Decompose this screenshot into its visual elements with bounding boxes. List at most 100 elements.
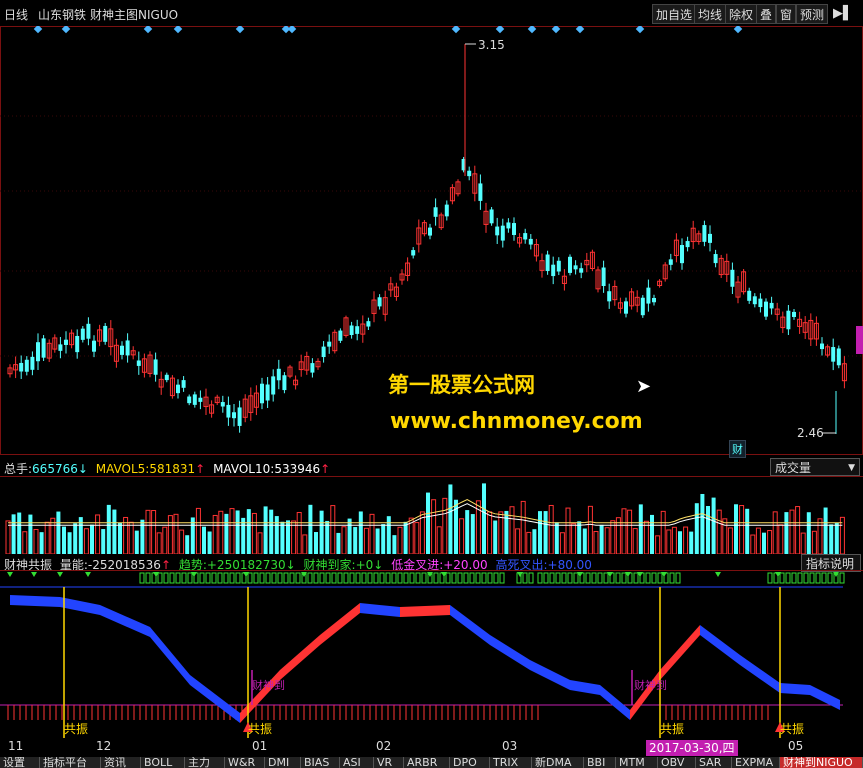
volume-bar [554, 522, 559, 554]
tab-indicator-platform[interactable]: 指标平台 [40, 757, 101, 768]
trend-ribbon-segment [570, 680, 600, 695]
volume-bar [145, 509, 151, 554]
signal-box [391, 572, 397, 584]
candle-body [327, 341, 332, 347]
axis-label-month: 03 [502, 739, 518, 753]
tab-sar[interactable]: SAR [696, 757, 732, 768]
volume-bar [263, 506, 268, 554]
candle-body [349, 325, 354, 336]
moving-average-button[interactable]: 均线 [694, 4, 727, 24]
tab-dmi[interactable]: DMI [265, 757, 301, 768]
tab-obv[interactable]: OBV [658, 757, 696, 768]
candle-body [713, 254, 718, 264]
tab-boll[interactable]: BOLL [141, 757, 185, 768]
candle-body [786, 310, 791, 330]
volume-bar [442, 497, 448, 554]
tab-bias[interactable]: BIAS [301, 757, 340, 768]
axis-label-month: 05 [788, 739, 804, 753]
volume-bar [50, 517, 56, 554]
volume-bar [291, 520, 297, 554]
corner-badge[interactable]: 财 [729, 440, 746, 458]
signal-box [615, 572, 621, 584]
signal-box [157, 572, 163, 584]
volume-bar [784, 512, 789, 554]
candle-body [444, 204, 449, 217]
candle-body [769, 302, 774, 309]
add-favorite-button[interactable]: 加自选 [652, 4, 697, 24]
volume-bar [330, 505, 336, 554]
signal-box [217, 572, 223, 584]
signal-box [169, 572, 175, 584]
trend-ribbon-segment [530, 660, 570, 690]
formula-name[interactable]: 财神主图NIGUO [90, 6, 178, 23]
tab-dpo[interactable]: DPO [450, 757, 490, 768]
signal-box [265, 572, 271, 584]
volume-bar [347, 518, 352, 554]
tab-vr[interactable]: VR [374, 757, 404, 768]
trend-ribbon-segment [60, 597, 100, 615]
indicator-chart[interactable] [0, 570, 863, 738]
volume-bar [520, 500, 526, 554]
signal-box [355, 572, 361, 584]
volume-bar [436, 526, 442, 554]
signal-box [779, 572, 785, 584]
volume-bar [106, 504, 111, 554]
volume-bar [224, 513, 229, 554]
volume-bar [778, 524, 784, 554]
volume-bar [83, 528, 89, 554]
signal-box [313, 572, 319, 584]
signal-box [271, 572, 277, 584]
tab-caishen-niguo[interactable]: 财神到NIGUO [780, 757, 863, 768]
volume-bar [509, 506, 515, 554]
volume-bar [739, 505, 745, 554]
tab-main-force[interactable]: 主力 [185, 757, 225, 768]
volume-chart[interactable] [0, 476, 863, 554]
resonance-label: 共振 [248, 722, 273, 736]
down-arrow-icon [517, 572, 523, 577]
tab-arbr[interactable]: ARBR [404, 757, 450, 768]
volume-bar [151, 510, 157, 554]
tab-settings[interactable]: 设置 [0, 757, 40, 768]
candle-body [646, 287, 651, 304]
volume-bar [750, 534, 756, 554]
forecast-button[interactable]: 预测 [796, 4, 829, 24]
signal-box [657, 572, 663, 584]
chevron-down-icon: ▼ [848, 463, 855, 473]
candle-body [181, 380, 186, 388]
volume-bar [56, 511, 61, 554]
trend-ribbon-segment [10, 595, 60, 607]
tab-trix[interactable]: TRIX [490, 757, 532, 768]
tab-wr[interactable]: W&R [225, 757, 265, 768]
volume-bar [185, 535, 190, 554]
tab-new-dma[interactable]: 新DMA [532, 757, 584, 768]
candle-body [512, 223, 516, 235]
tab-asi[interactable]: ASI [340, 757, 374, 768]
signal-box [223, 572, 229, 584]
candle-body [640, 297, 645, 316]
ex-rights-button[interactable]: 除权 [725, 4, 758, 24]
window-button[interactable]: 窗 [776, 4, 797, 24]
play-icon[interactable]: ▶▌ [830, 4, 856, 24]
period-label[interactable]: 日线 [4, 6, 28, 23]
signal-diamond-icon [451, 26, 461, 34]
volume-bar [834, 522, 839, 554]
volume-bar [593, 531, 599, 554]
volume-bar [431, 499, 437, 554]
volume-bar [683, 526, 689, 554]
tab-bbi[interactable]: BBI [584, 757, 616, 768]
trend-ribbon-segment [280, 635, 320, 680]
candle-body [506, 222, 511, 229]
volume-bar [543, 511, 548, 554]
candle-body [836, 348, 841, 366]
stock-name[interactable]: 山东钢铁 [38, 6, 86, 23]
signal-diamond-icon [61, 26, 71, 34]
tab-mtm[interactable]: MTM [616, 757, 658, 768]
tab-expma[interactable]: EXPMA [732, 757, 780, 768]
signal-box [603, 572, 609, 584]
overlay-button[interactable]: 叠 [756, 4, 777, 24]
candle-body [523, 233, 528, 240]
volume-selector[interactable]: 成交量 ▼ [770, 458, 860, 476]
tab-news[interactable]: 资讯 [101, 757, 141, 768]
volume-bar [207, 531, 212, 554]
volume-bar [498, 511, 504, 554]
